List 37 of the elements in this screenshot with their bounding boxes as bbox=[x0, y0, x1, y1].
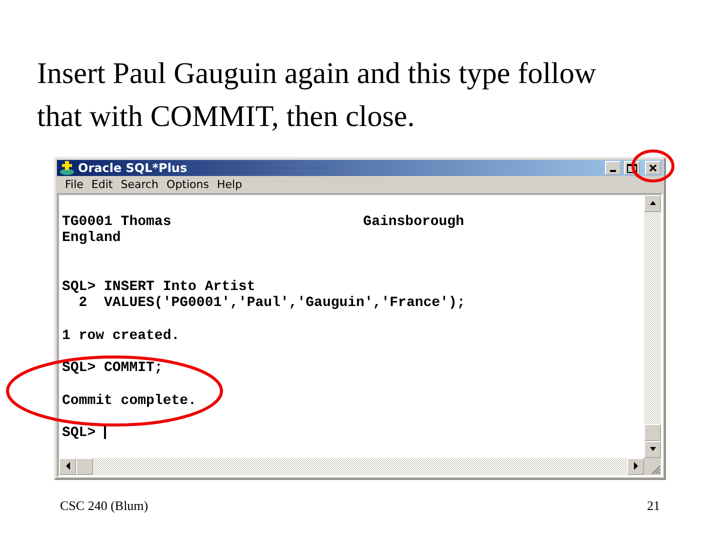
menu-item[interactable]: Options bbox=[166, 178, 209, 191]
page-number: 21 bbox=[647, 498, 660, 514]
scroll-right-button[interactable] bbox=[627, 458, 644, 475]
console-line: TG0001 Thomas bbox=[62, 214, 172, 230]
menu-item[interactable]: Search bbox=[120, 178, 159, 191]
footer-text: CSC 240 (Blum) bbox=[60, 498, 148, 514]
console-line: Gainsborough bbox=[363, 214, 464, 230]
scroll-thumb[interactable] bbox=[644, 424, 661, 441]
right-arrow-icon bbox=[632, 462, 640, 470]
scroll-down-button[interactable] bbox=[644, 440, 661, 458]
menu-item[interactable]: Help bbox=[216, 178, 242, 191]
console-line: SQL> bbox=[62, 425, 97, 442]
scroll-left-button[interactable] bbox=[59, 458, 76, 475]
horizontal-scrollbar[interactable] bbox=[59, 458, 644, 475]
window-title: Oracle SQL*Plus bbox=[78, 161, 188, 176]
console-line: England bbox=[62, 230, 121, 246]
slide-title: Insert Paul Gauguin again and this type follow that with COMMIT, then close. bbox=[37, 56, 597, 135]
menu-item[interactable]: File bbox=[65, 178, 84, 191]
scroll-thumb[interactable] bbox=[76, 458, 93, 475]
console-line: 2 VALUES('PG0001','Paul','Gauguin','France'); bbox=[78, 295, 466, 312]
resize-grip-icon[interactable] bbox=[649, 462, 661, 475]
console-line: SQL> INSERT Into Artist bbox=[62, 278, 256, 296]
app-icon bbox=[59, 160, 75, 176]
maximize-icon bbox=[627, 164, 637, 173]
scroll-up-button[interactable] bbox=[644, 194, 661, 212]
vertical-scrollbar[interactable] bbox=[644, 194, 661, 458]
close-icon bbox=[649, 164, 657, 172]
text-cursor bbox=[104, 425, 106, 440]
menu-item[interactable]: Edit bbox=[91, 178, 113, 191]
up-arrow-icon bbox=[648, 199, 656, 208]
console-line: Commit complete. bbox=[62, 392, 196, 410]
console-line: 1 row created. bbox=[62, 328, 180, 344]
minimize-button[interactable] bbox=[605, 161, 621, 176]
console-line: SQL> COMMIT; bbox=[62, 360, 163, 376]
left-arrow-icon bbox=[64, 462, 72, 470]
close-button[interactable] bbox=[645, 161, 661, 176]
down-arrow-icon bbox=[648, 445, 656, 454]
